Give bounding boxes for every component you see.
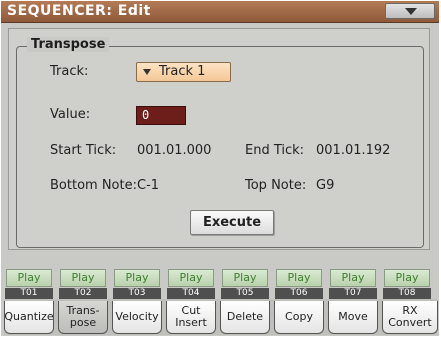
tab-move[interactable]: Move	[328, 301, 378, 334]
start-tick-label: Start Tick:	[50, 143, 117, 158]
end-tick-label: End Tick:	[245, 143, 305, 158]
track-label: Track:	[50, 64, 89, 79]
tab-delete[interactable]: Delete	[220, 301, 270, 334]
track-play-button[interactable]: Play	[330, 269, 376, 287]
bottom-note-value[interactable]: C-1	[137, 178, 159, 193]
track-id-label: T08	[383, 288, 431, 299]
page-title: SEQUENCER: Edit	[7, 3, 151, 19]
tab-velocity[interactable]: Velocity	[112, 301, 162, 334]
sequencer-screen: SEQUENCER: Edit Transpose Track: Track 1…	[1, 1, 439, 336]
edit-tabs: Quantize Trans- pose Velocity Cut Insert…	[4, 299, 438, 335]
tab-label: Move	[338, 310, 368, 323]
track-select-value: Track 1	[159, 64, 206, 79]
track-play-button[interactable]: Play	[384, 269, 430, 287]
value-field[interactable]: 0	[136, 106, 186, 125]
execute-button[interactable]: Execute	[190, 210, 274, 235]
tab-label: Copy	[285, 310, 313, 323]
menu-arrow-icon	[405, 8, 417, 15]
title-bar: SEQUENCER: Edit	[1, 1, 439, 23]
dropdown-arrow-icon	[143, 69, 151, 75]
track-id-label: T04	[167, 288, 215, 299]
track-id-label: T03	[113, 288, 161, 299]
value-field-text: 0	[142, 108, 150, 122]
top-note-label: Top Note:	[245, 178, 307, 193]
value-label: Value:	[50, 107, 91, 122]
end-tick-value[interactable]: 001.01.192	[316, 143, 390, 158]
page-menu-button[interactable]	[385, 3, 435, 19]
track-id-label: T05	[221, 288, 269, 299]
tab-label: Quantize	[4, 310, 54, 323]
tab-quantize[interactable]: Quantize	[4, 301, 54, 334]
top-note-value[interactable]: G9	[316, 178, 334, 193]
track-play-row: Play Play Play Play Play Play Play Play	[4, 269, 438, 287]
track-play-button[interactable]: Play	[60, 269, 106, 287]
track-play-button[interactable]: Play	[222, 269, 268, 287]
start-tick-value[interactable]: 001.01.000	[137, 143, 211, 158]
track-play-button[interactable]: Play	[6, 269, 52, 287]
tab-rx-convert[interactable]: RX Convert	[382, 301, 438, 334]
track-id-label: T02	[59, 288, 107, 299]
track-id-label: T06	[275, 288, 323, 299]
track-id-row: T01 T02 T03 T04 T05 T06 T07 T08	[4, 288, 438, 299]
tab-label: Velocity	[115, 310, 159, 323]
tab-label: Trans- pose	[66, 304, 100, 329]
track-select[interactable]: Track 1	[136, 62, 231, 82]
track-id-label: T07	[329, 288, 377, 299]
tab-transpose[interactable]: Trans- pose	[58, 301, 108, 334]
track-play-button[interactable]: Play	[168, 269, 214, 287]
tab-label: Cut Insert	[175, 304, 207, 329]
track-id-label: T01	[5, 288, 53, 299]
bottom-note-label: Bottom Note:	[50, 178, 137, 193]
tab-cut-insert[interactable]: Cut Insert	[166, 301, 216, 334]
transpose-group-title: Transpose	[27, 37, 110, 52]
tab-label: Delete	[226, 310, 264, 323]
tab-label: RX Convert	[388, 304, 432, 329]
tab-copy[interactable]: Copy	[274, 301, 324, 334]
track-play-button[interactable]: Play	[114, 269, 160, 287]
track-play-button[interactable]: Play	[276, 269, 322, 287]
